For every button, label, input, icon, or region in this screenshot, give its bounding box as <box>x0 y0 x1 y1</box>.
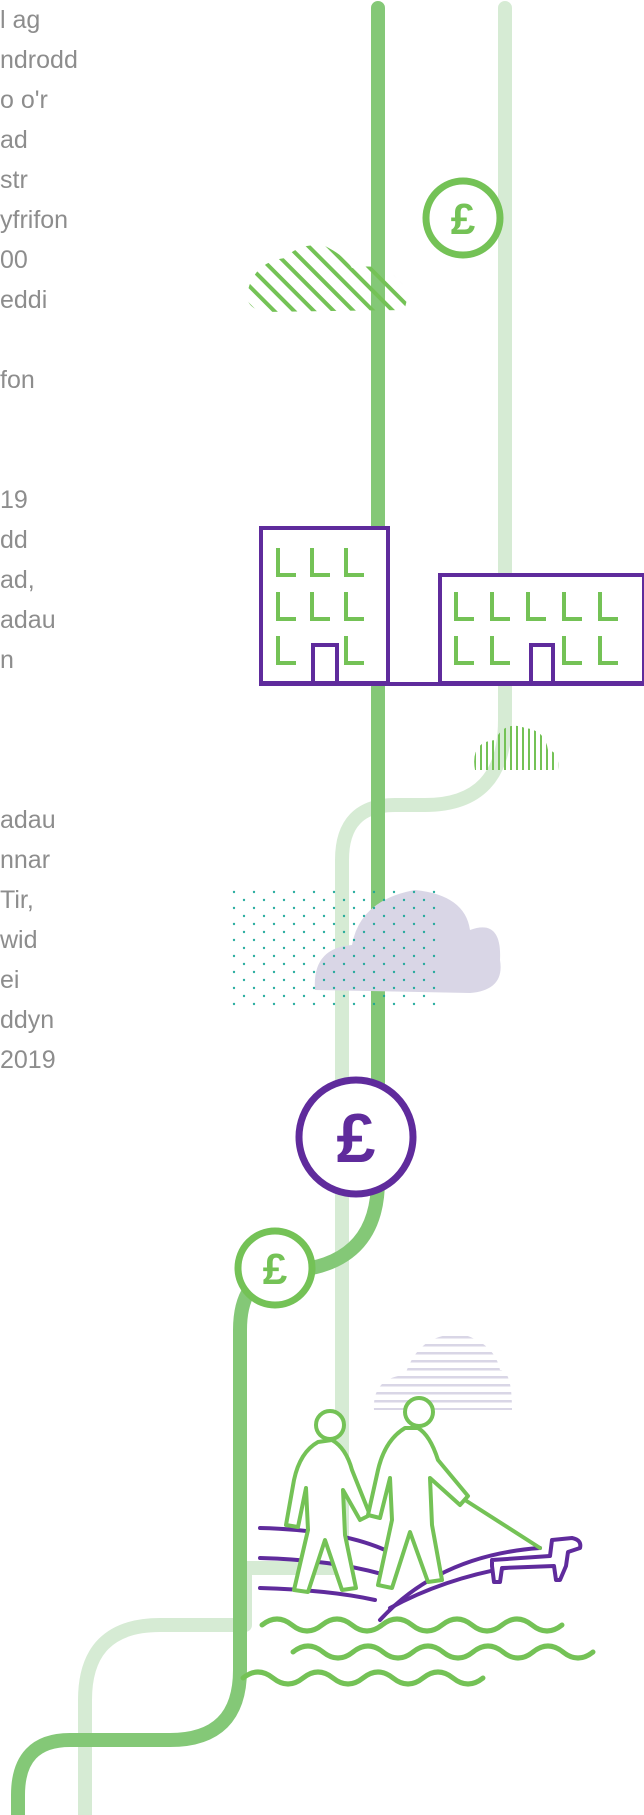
striped-cloud-icon <box>373 1334 512 1410</box>
svg-text:£: £ <box>451 195 476 244</box>
pound-coin-icon: £ <box>295 1076 417 1198</box>
svg-text:£: £ <box>337 1099 376 1177</box>
cloud-icon <box>230 890 501 1010</box>
pound-coin-icon: £ <box>422 177 504 259</box>
hatched-small-cloud-icon <box>474 725 559 770</box>
journey-illustration: £ £ £ <box>11 1 644 1815</box>
building-icon <box>259 526 644 686</box>
svg-text:£: £ <box>263 1245 288 1294</box>
pound-coin-icon: £ <box>234 1227 316 1309</box>
water-waves-icon <box>240 1616 596 1687</box>
